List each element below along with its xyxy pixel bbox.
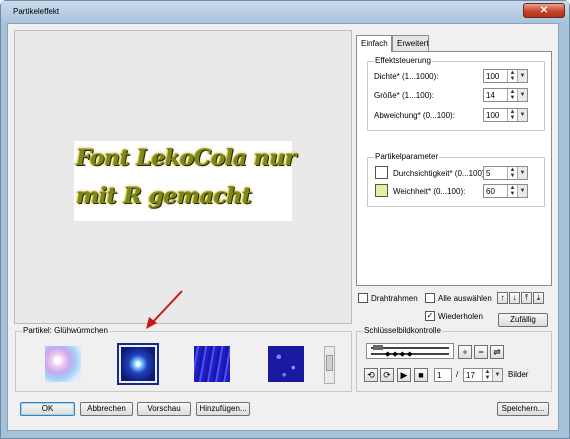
alle-auswaehlen-checkbox[interactable] — [425, 293, 435, 303]
dropdown-icon[interactable]: ▼ — [517, 185, 527, 197]
hinzufuegen-button[interactable]: Hinzufügen... — [196, 402, 250, 416]
rewind-icon[interactable]: ⟳ — [380, 368, 394, 382]
move-up-icon[interactable]: ↑ — [497, 292, 508, 304]
durchsichtigkeit-color-swatch[interactable] — [375, 166, 388, 179]
scrollbar-thumb[interactable] — [326, 355, 333, 371]
wiederholen-label: Wiederholen — [438, 312, 483, 321]
zufall-button[interactable]: Zufällig — [498, 313, 548, 327]
durchsichtigkeit-label: Durchsichtigkeit* (0...100): — [393, 169, 487, 178]
preview-image: Font LekoCola nur mit R gemacht — [74, 141, 296, 221]
preview-text-line-1: Font LekoCola nur — [76, 145, 296, 171]
preview-text-line-2: mit R gemacht — [76, 183, 252, 209]
drahtrahmen-checkbox[interactable] — [358, 293, 368, 303]
dropdown-icon[interactable]: ▼ — [492, 369, 502, 381]
total-frames-spinner[interactable]: 17 ▲ ▼ ▼ — [463, 368, 503, 382]
tab-erweitert[interactable]: Erweitert — [392, 35, 429, 51]
particle-thumbnail[interactable] — [268, 346, 304, 382]
dropdown-icon[interactable]: ▼ — [517, 70, 527, 82]
drahtrahmen-label: Drahtrahmen — [371, 294, 418, 303]
particle-thumbnail-selected[interactable] — [117, 343, 159, 385]
partikelparameter-group: Partikelparameter — [367, 152, 545, 207]
frame-separator: / — [456, 370, 459, 379]
ok-button[interactable]: OK — [20, 402, 75, 416]
abweichung-label: Abweichung* (0...100): — [374, 111, 455, 120]
bilder-label: Bilder — [508, 370, 529, 379]
dichte-label: Dichte* (1...1000): — [374, 72, 439, 81]
spin-arrows-icon[interactable]: ▲ ▼ — [507, 89, 517, 101]
move-top-icon[interactable]: ⤒ — [521, 292, 532, 304]
groesse-label: Größe* (1...100): — [374, 91, 435, 100]
timeline-slider[interactable]: ◆ ◆ ◆ ◆ — [366, 343, 454, 359]
weichheit-color-swatch[interactable] — [375, 184, 388, 197]
spin-arrows-icon[interactable]: ▲ ▼ — [482, 369, 492, 381]
loop-icon[interactable]: ⟲ — [364, 368, 378, 382]
durchsichtigkeit-value: 5 — [486, 169, 491, 178]
tab-einfach[interactable]: Einfach — [356, 35, 392, 52]
frame-input[interactable]: 1 — [434, 368, 452, 382]
weichheit-label: Weichheit* (0...100): — [393, 187, 466, 196]
dropdown-icon[interactable]: ▼ — [517, 109, 527, 121]
move-down-icon[interactable]: ↓ — [509, 292, 520, 304]
reverse-keyframes-icon[interactable]: ⇌ — [490, 345, 504, 359]
spin-arrows-icon[interactable]: ▲ ▼ — [507, 109, 517, 121]
speichern-button[interactable]: Speichern... — [497, 402, 549, 416]
dropdown-icon[interactable]: ▼ — [517, 89, 527, 101]
abweichung-value: 100 — [486, 111, 500, 120]
vorschau-button[interactable]: Vorschau — [137, 402, 191, 416]
gallery-scrollbar[interactable] — [324, 346, 335, 384]
wiederholen-checkbox[interactable]: ✓ — [425, 311, 435, 321]
particle-gallery-title: Partikel: Glühwürmchen — [22, 326, 109, 335]
groesse-value: 14 — [486, 91, 495, 100]
move-bottom-icon[interactable]: ⤓ — [533, 292, 544, 304]
stop-icon[interactable]: ■ — [414, 368, 428, 382]
groesse-spinner[interactable]: 14 ▲ ▼ ▼ — [483, 88, 528, 102]
particle-thumbnail[interactable] — [45, 346, 81, 382]
alle-auswaehlen-label: Alle auswählen — [438, 294, 492, 303]
spin-arrows-icon[interactable]: ▲ ▼ — [507, 70, 517, 82]
dichte-value: 100 — [486, 72, 500, 81]
frame-value: 1 — [437, 371, 442, 380]
total-frames-value: 17 — [466, 371, 475, 380]
abweichung-spinner[interactable]: 100 ▲ ▼ ▼ — [483, 108, 528, 122]
dichte-spinner[interactable]: 100 ▲ ▼ ▼ — [483, 69, 528, 83]
play-icon[interactable]: ▶ — [397, 368, 411, 382]
spin-arrows-icon[interactable]: ▲ ▼ — [507, 167, 517, 179]
close-button[interactable]: ✕ — [523, 3, 565, 18]
red-arrow-icon — [146, 290, 183, 329]
particle-thumbnail[interactable] — [194, 346, 230, 382]
title-bar: Partikeleffekt ✕ — [1, 1, 569, 23]
effektsteuerung-title: Effektsteuerung — [374, 56, 432, 65]
durchsichtigkeit-spinner[interactable]: 5 ▲ ▼ ▼ — [483, 166, 528, 180]
keyframe-control-title: Schlüsselbildkontrolle — [363, 326, 442, 335]
weichheit-spinner[interactable]: 60 ▲ ▼ ▼ — [483, 184, 528, 198]
keyframe-control-group: Schlüsselbildkontrolle — [356, 326, 552, 392]
dropdown-icon[interactable]: ▼ — [517, 167, 527, 179]
remove-keyframe-icon[interactable]: − — [474, 345, 488, 359]
abbrechen-button[interactable]: Abbrechen — [80, 402, 133, 416]
close-icon: ✕ — [539, 5, 549, 16]
window-title: Partikeleffekt — [13, 7, 60, 16]
add-keyframe-icon[interactable]: + — [458, 345, 472, 359]
partikelparameter-title: Partikelparameter — [374, 152, 440, 161]
weichheit-value: 60 — [486, 187, 495, 196]
spin-arrows-icon[interactable]: ▲ ▼ — [507, 185, 517, 197]
